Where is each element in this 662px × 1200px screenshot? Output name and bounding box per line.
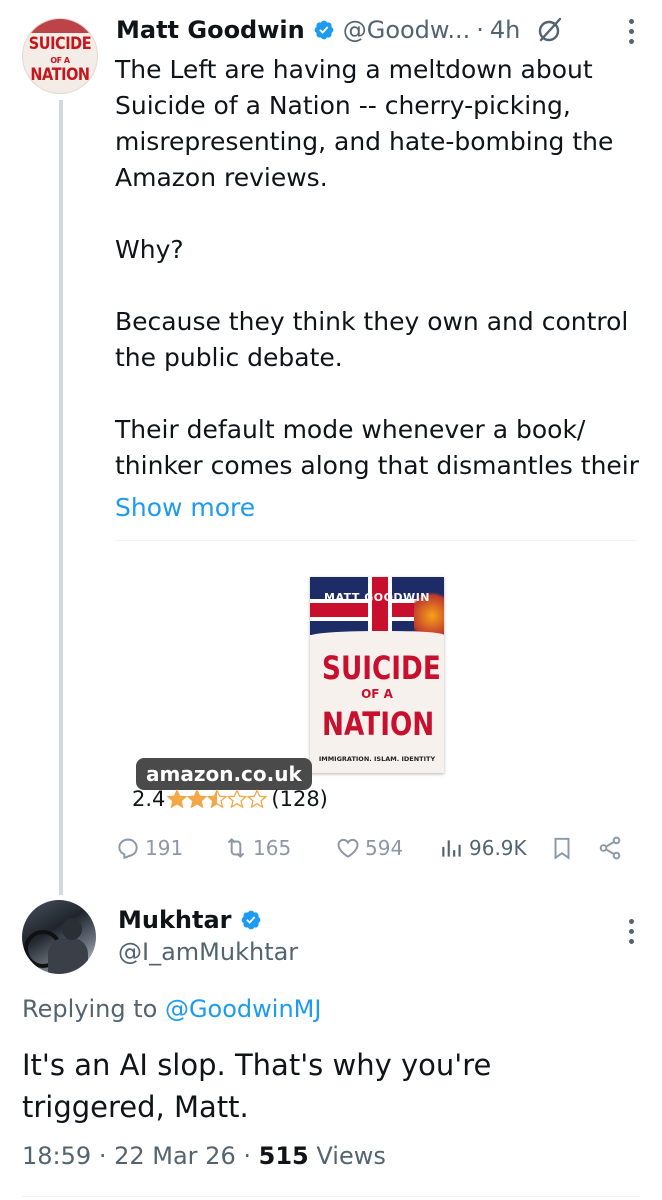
meta-separator: · — [98, 1142, 107, 1170]
reply-author-avatar[interactable] — [22, 900, 96, 974]
tweet-paragraph: Their default mode whenever a book/ thin… — [115, 415, 640, 480]
header-separator: · — [476, 16, 484, 44]
rating-stars — [167, 789, 268, 809]
grok-icon[interactable] — [536, 16, 564, 44]
product-rating: 2.4 (128) — [132, 785, 328, 813]
author-avatar[interactable]: SUICIDE OF A NATION — [22, 18, 98, 94]
analytics-icon — [442, 840, 461, 857]
reply-views-count: 515 — [258, 1142, 309, 1170]
rating-value: 2.4 — [132, 787, 166, 811]
more-options-icon[interactable] — [626, 917, 636, 947]
author-handle[interactable]: @Goodw... — [343, 16, 471, 44]
book-title-line-1: SUICIDE — [322, 649, 441, 687]
tweet-text: The Left are having a meltdown about Sui… — [115, 52, 655, 484]
avatar-text-2: OF A — [50, 56, 70, 65]
show-more-link[interactable]: Show more — [115, 493, 255, 522]
reply-author-handle[interactable]: @I_amMukhtar — [118, 938, 298, 966]
book-subtitle: IMMIGRATION. ISLAM. IDENTITY — [318, 755, 436, 763]
views-count: 96.9K — [469, 836, 527, 860]
replying-prefix: Replying to — [22, 995, 158, 1023]
star-icon — [207, 789, 228, 809]
avatar-text-3: NATION — [30, 65, 90, 85]
repost-icon — [227, 837, 245, 859]
avatar-text-1: SUICIDE — [28, 34, 92, 54]
card-divider — [115, 540, 637, 541]
reply-author-name[interactable]: Mukhtar — [118, 906, 232, 934]
share-button[interactable] — [597, 830, 627, 866]
star-icon — [167, 789, 188, 809]
book-author: MATT GOODWIN — [324, 591, 430, 604]
book-cover-image[interactable]: MATT GOODWIN SUICIDE OF A NATION IMMIGRA… — [310, 577, 444, 773]
share-icon — [599, 836, 621, 860]
more-options-icon[interactable] — [626, 17, 636, 47]
book-title-line-3: NATION — [322, 705, 435, 743]
like-count: 594 — [365, 836, 404, 860]
thread-line — [59, 100, 63, 895]
rating-count: (128) — [271, 787, 328, 811]
replying-to: Replying to @GoodwinMJ — [22, 995, 321, 1023]
views-button[interactable]: 96.9K — [439, 830, 527, 866]
like-button[interactable]: 594 — [335, 830, 403, 866]
reply-author-header: Mukhtar — [118, 902, 270, 938]
tweet-paragraph: Why? — [115, 235, 184, 264]
bookmark-icon — [554, 837, 570, 860]
reply-button[interactable]: 191 — [115, 830, 183, 866]
reply-text: It's an AI slop. That's why you're trigg… — [22, 1048, 492, 1124]
reply-date[interactable]: 22 Mar 26 — [114, 1142, 236, 1170]
verified-badge-icon — [241, 910, 260, 930]
tweet-time[interactable]: 4h — [490, 16, 520, 44]
star-icon — [247, 789, 268, 809]
tweet-header: Matt Goodwin @Goodw... · 4h — [116, 10, 564, 50]
tweet-paragraph: The Left are having a meltdown about Sui… — [115, 55, 614, 192]
bottom-divider — [22, 1196, 640, 1197]
replying-to-mention[interactable]: @GoodwinMJ — [165, 995, 322, 1023]
reply-icon — [118, 838, 138, 860]
star-icon — [227, 789, 248, 809]
book-title-line-2: OF A — [361, 687, 393, 701]
heart-icon — [337, 838, 359, 858]
reply-time[interactable]: 18:59 — [22, 1142, 91, 1170]
meta-separator: · — [243, 1142, 251, 1170]
tweet-actions: 191 165 594 96.9K — [115, 830, 635, 866]
bookmark-button[interactable] — [549, 830, 579, 866]
reply-count: 191 — [145, 836, 184, 860]
reply-views-label: Views — [316, 1142, 386, 1170]
verified-badge-icon — [314, 20, 334, 40]
reply-meta: 18:59 · 22 Mar 26 · 515 Views — [22, 1142, 386, 1170]
repost-count: 165 — [253, 836, 292, 860]
repost-button[interactable]: 165 — [223, 830, 291, 866]
tweet-paragraph: Because they think they own and control … — [115, 307, 629, 372]
author-name[interactable]: Matt Goodwin — [116, 16, 305, 44]
star-icon — [187, 789, 208, 809]
